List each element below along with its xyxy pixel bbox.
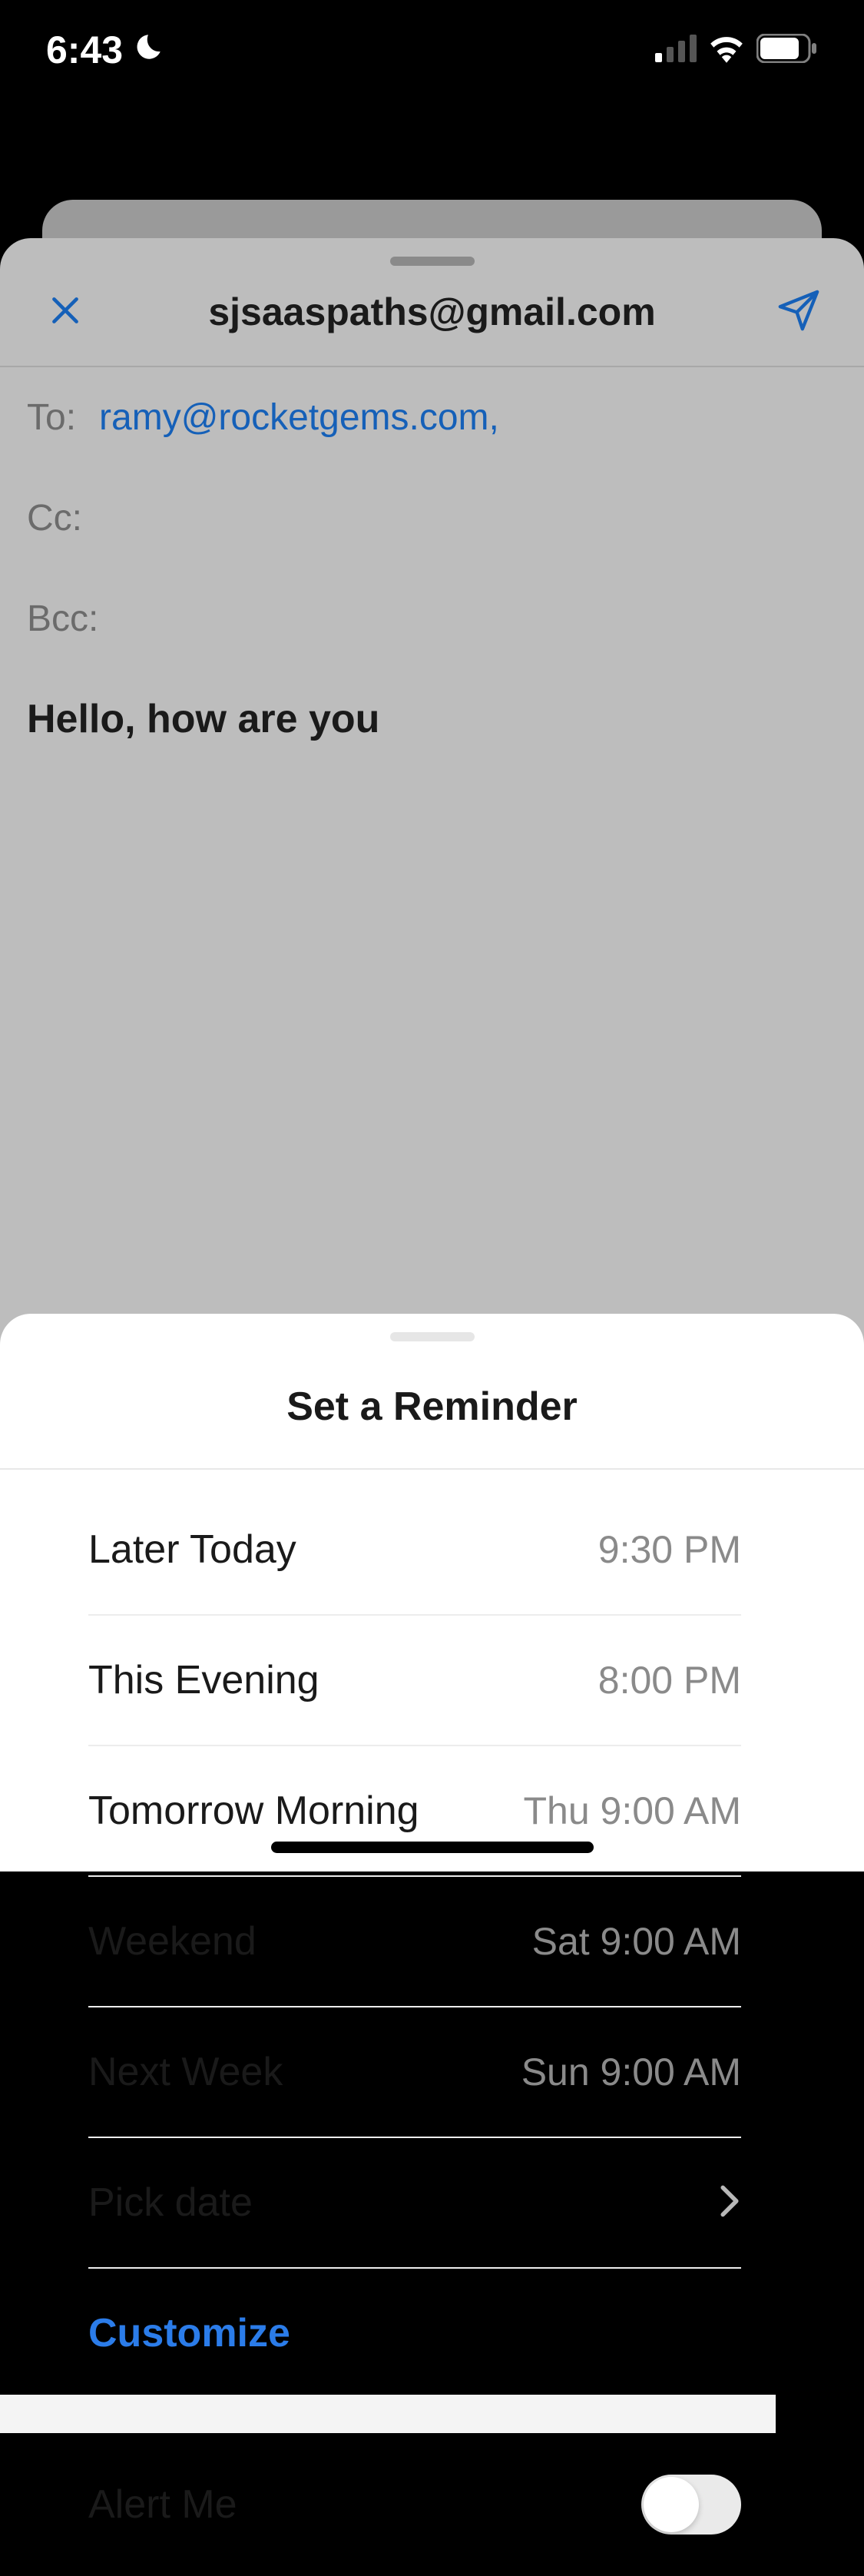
reminder-option-time: 9:30 PM (598, 1527, 741, 1572)
cellular-signal-icon (655, 35, 697, 66)
customize-label: Customize (88, 2311, 290, 2356)
reminder-option-weekend[interactable]: Weekend Sat 9:00 AM (88, 1877, 741, 2007)
reminder-option-label: Pick date (88, 2180, 253, 2226)
cc-label: Cc: (27, 497, 82, 539)
reminder-option-time: Sun 9:00 AM (521, 2050, 741, 2094)
compose-header: sjsaaspaths@gmail.com (0, 266, 864, 367)
compose-from-email: sjsaaspaths@gmail.com (88, 290, 776, 334)
reminder-options-list: Later Today 9:30 PM This Evening 8:00 PM… (0, 1470, 864, 2576)
reminder-option-tomorrow-morning[interactable]: Tomorrow Morning Thu 9:00 AM (88, 1746, 741, 1877)
reminder-sheet-title: Set a Reminder (0, 1341, 864, 1470)
alert-me-toggle[interactable] (641, 2475, 741, 2535)
reminder-option-pick-date[interactable]: Pick date (88, 2138, 741, 2269)
reminder-customize[interactable]: Customize (88, 2269, 741, 2395)
reminder-grabber[interactable] (390, 1332, 475, 1341)
cc-field[interactable]: Cc: (27, 468, 837, 569)
status-time-group: 6:43 (46, 28, 164, 72)
alert-me-label: Alert Me (88, 2482, 237, 2528)
home-indicator[interactable] (271, 1842, 594, 1853)
reminder-option-label: Later Today (88, 1527, 296, 1573)
close-icon (46, 291, 84, 333)
reminder-option-label: Next Week (88, 2049, 283, 2095)
reminder-option-time: 8:00 PM (598, 1658, 741, 1702)
reminder-option-time: Thu 9:00 AM (524, 1789, 742, 1833)
reminder-option-label: This Evening (88, 1657, 319, 1703)
alert-me-row: Alert Me (88, 2433, 741, 2576)
compose-subject[interactable]: Hello, how are you (0, 669, 864, 769)
reminder-option-this-evening[interactable]: This Evening 8:00 PM (88, 1616, 741, 1746)
reminder-option-later-today[interactable]: Later Today 9:30 PM (88, 1470, 741, 1616)
toggle-knob (644, 2477, 699, 2532)
battery-icon (756, 34, 818, 67)
to-value: ramy@rocketgems.com, (99, 396, 499, 439)
bcc-field[interactable]: Bcc: (27, 569, 837, 669)
reminder-option-next-week[interactable]: Next Week Sun 9:00 AM (88, 2007, 741, 2138)
section-divider (0, 2395, 776, 2433)
do-not-disturb-icon (132, 28, 164, 72)
wifi-icon (707, 34, 746, 67)
close-button[interactable] (42, 289, 88, 335)
send-button[interactable] (776, 289, 822, 335)
compose-grabber[interactable] (390, 257, 475, 266)
status-bar: 6:43 (0, 0, 864, 100)
reminder-option-label: Weekend (88, 1918, 257, 1964)
chevron-right-icon (718, 2184, 741, 2222)
bcc-label: Bcc: (27, 598, 98, 640)
reminder-sheet: Set a Reminder Later Today 9:30 PM This … (0, 1314, 864, 1871)
compose-fields: To: ramy@rocketgems.com, Cc: Bcc: (0, 367, 864, 669)
to-field[interactable]: To: ramy@rocketgems.com, (27, 367, 837, 468)
send-icon (776, 288, 821, 337)
to-label: To: (27, 396, 76, 439)
status-time: 6:43 (46, 28, 123, 72)
reminder-option-time: Sat 9:00 AM (532, 1919, 741, 1964)
reminder-option-label: Tomorrow Morning (88, 1788, 419, 1834)
status-indicators (655, 34, 818, 67)
